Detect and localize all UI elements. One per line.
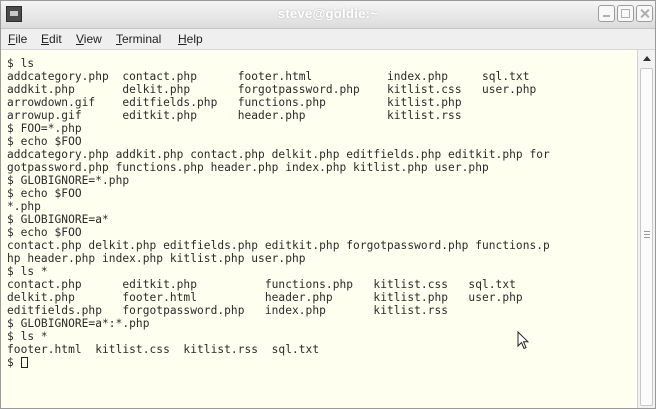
menu-bar: File Edit View Terminal Help	[1, 29, 655, 50]
window-title: steve@goldie:~	[277, 6, 379, 21]
scroll-up-arrow-icon[interactable]	[643, 56, 651, 61]
terminal-line: arrowup.gif editkit.php header.php kitli…	[7, 109, 462, 122]
terminal-line: $ ls *	[7, 265, 48, 278]
terminal-line: editfields.php forgotpassword.php index.…	[7, 304, 449, 317]
terminal-line: $ ls	[7, 57, 35, 70]
vertical-scrollbar[interactable]	[637, 50, 655, 408]
terminal-line: $ FOO=*.php	[7, 122, 82, 135]
mouse-pointer-icon	[517, 331, 529, 350]
terminal-line: $ GLOBIGNORE=*.php	[7, 174, 130, 187]
grip-icon	[644, 231, 650, 232]
terminal-line: $ ls *	[7, 330, 48, 343]
terminal-line: contact.php delkit.php editfields.php ed…	[7, 239, 550, 252]
terminal-line: $ echo $FOO	[7, 187, 82, 200]
terminal-line: $ GLOBIGNORE=a*	[7, 213, 109, 226]
prompt: $	[7, 356, 21, 369]
terminal-line: $ GLOBIGNORE=a*:*.php	[7, 317, 150, 330]
terminal-line: footer.html kitlist.css kitlist.rss sql.…	[7, 343, 320, 356]
window-controls	[598, 5, 653, 22]
terminal-line: delkit.php footer.html header.php kitlis…	[7, 291, 523, 304]
terminal-output[interactable]: $ ls addcategory.php contact.php footer.…	[1, 50, 637, 408]
close-button[interactable]	[636, 5, 653, 22]
terminal-line: addcategory.php contact.php footer.html …	[7, 70, 530, 83]
text-cursor	[20, 357, 28, 368]
terminal-line: arrowdown.gif editfields.php functions.p…	[7, 96, 462, 109]
menu-edit[interactable]: Edit	[41, 32, 62, 46]
terminal-line: addkit.php delkit.php forgotpassword.php…	[7, 83, 537, 96]
terminal-line: $ echo $FOO	[7, 226, 82, 239]
terminal-prompt-line[interactable]: $	[7, 356, 28, 369]
minimize-button[interactable]	[598, 5, 615, 22]
terminal-line: hp header.php index.php kitlist.php user…	[7, 252, 306, 265]
title-bar[interactable]: steve@goldie:~	[1, 1, 655, 29]
terminal-line: $ echo $FOO	[7, 135, 82, 148]
menu-terminal[interactable]: Terminal	[116, 32, 161, 46]
menu-file[interactable]: File	[8, 32, 27, 46]
menu-view[interactable]: View	[76, 32, 102, 46]
terminal-line: gotpassword.php functions.php header.php…	[7, 161, 489, 174]
terminal-window: steve@goldie:~ File Edit View Terminal H…	[0, 0, 656, 409]
maximize-button[interactable]	[617, 5, 634, 22]
terminal-line: *.php	[7, 200, 41, 213]
scrollbar-thumb[interactable]	[640, 68, 653, 406]
menu-help[interactable]: Help	[178, 32, 203, 46]
terminal-line: contact.php editkit.php functions.php ki…	[7, 278, 516, 291]
terminal-line: addcategory.php addkit.php contact.php d…	[7, 148, 550, 161]
